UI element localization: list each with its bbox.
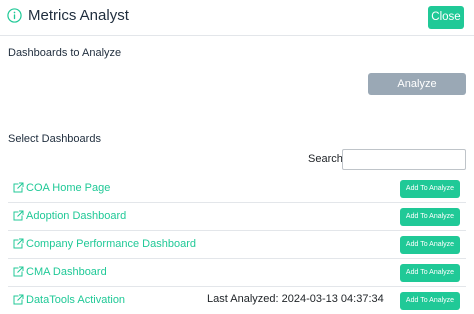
external-link-icon (12, 266, 24, 278)
info-circle-icon (7, 8, 22, 23)
add-to-analyze-button[interactable]: Add To Analyze (400, 264, 460, 282)
dashboard-link[interactable]: DataTools Activation (12, 294, 125, 306)
dashboard-name: COA Home Page (26, 182, 111, 194)
page-title: Metrics Analyst (28, 7, 129, 24)
add-to-analyze-button[interactable]: Add To Analyze (400, 292, 460, 310)
dashboard-name: CMA Dashboard (26, 266, 107, 278)
dashboard-row: DataTools Activation Last Analyzed: 2024… (8, 287, 466, 314)
search-input[interactable] (342, 149, 466, 170)
dashboard-row: Adoption Dashboard Add To Analyze (8, 203, 466, 231)
dashboard-row: Company Performance Dashboard Add To Ana… (8, 231, 466, 259)
modal-header: Metrics Analyst Close (0, 0, 474, 36)
dashboard-name: Adoption Dashboard (26, 210, 127, 222)
dashboard-row: COA Home Page Add To Analyze (8, 175, 466, 203)
dashboards-to-analyze-label: Dashboards to Analyze (8, 47, 122, 59)
analyze-dashboards-button[interactable]: Analyze Dashboards (368, 73, 466, 112)
dashboard-link[interactable]: Adoption Dashboard (12, 210, 126, 222)
add-to-analyze-button[interactable]: Add To Analyze (400, 180, 460, 198)
dashboard-name: DataTools Activation (26, 294, 126, 306)
external-link-icon (12, 210, 24, 222)
dashboard-link[interactable]: CMA Dashboard (12, 266, 107, 278)
external-link-icon (12, 238, 24, 250)
external-link-icon (12, 182, 24, 194)
select-dashboards-label: Select Dashboards (8, 133, 101, 145)
dashboard-row: CMA Dashboard Add To Analyze (8, 259, 466, 287)
close-button[interactable]: Close (428, 6, 464, 29)
add-to-analyze-button[interactable]: Add To Analyze (400, 208, 460, 226)
dashboard-link[interactable]: Company Performance Dashboard (12, 238, 196, 250)
dashboard-name: Company Performance Dashboard (26, 238, 196, 250)
last-analyzed-text: Last Analyzed: 2024-03-13 04:37:34 (207, 293, 384, 305)
external-link-icon (12, 294, 24, 306)
search-label: Search: (308, 153, 346, 165)
title-wrap: Metrics Analyst (7, 7, 129, 24)
add-to-analyze-button[interactable]: Add To Analyze (400, 236, 460, 254)
dashboard-link[interactable]: COA Home Page (12, 182, 110, 194)
